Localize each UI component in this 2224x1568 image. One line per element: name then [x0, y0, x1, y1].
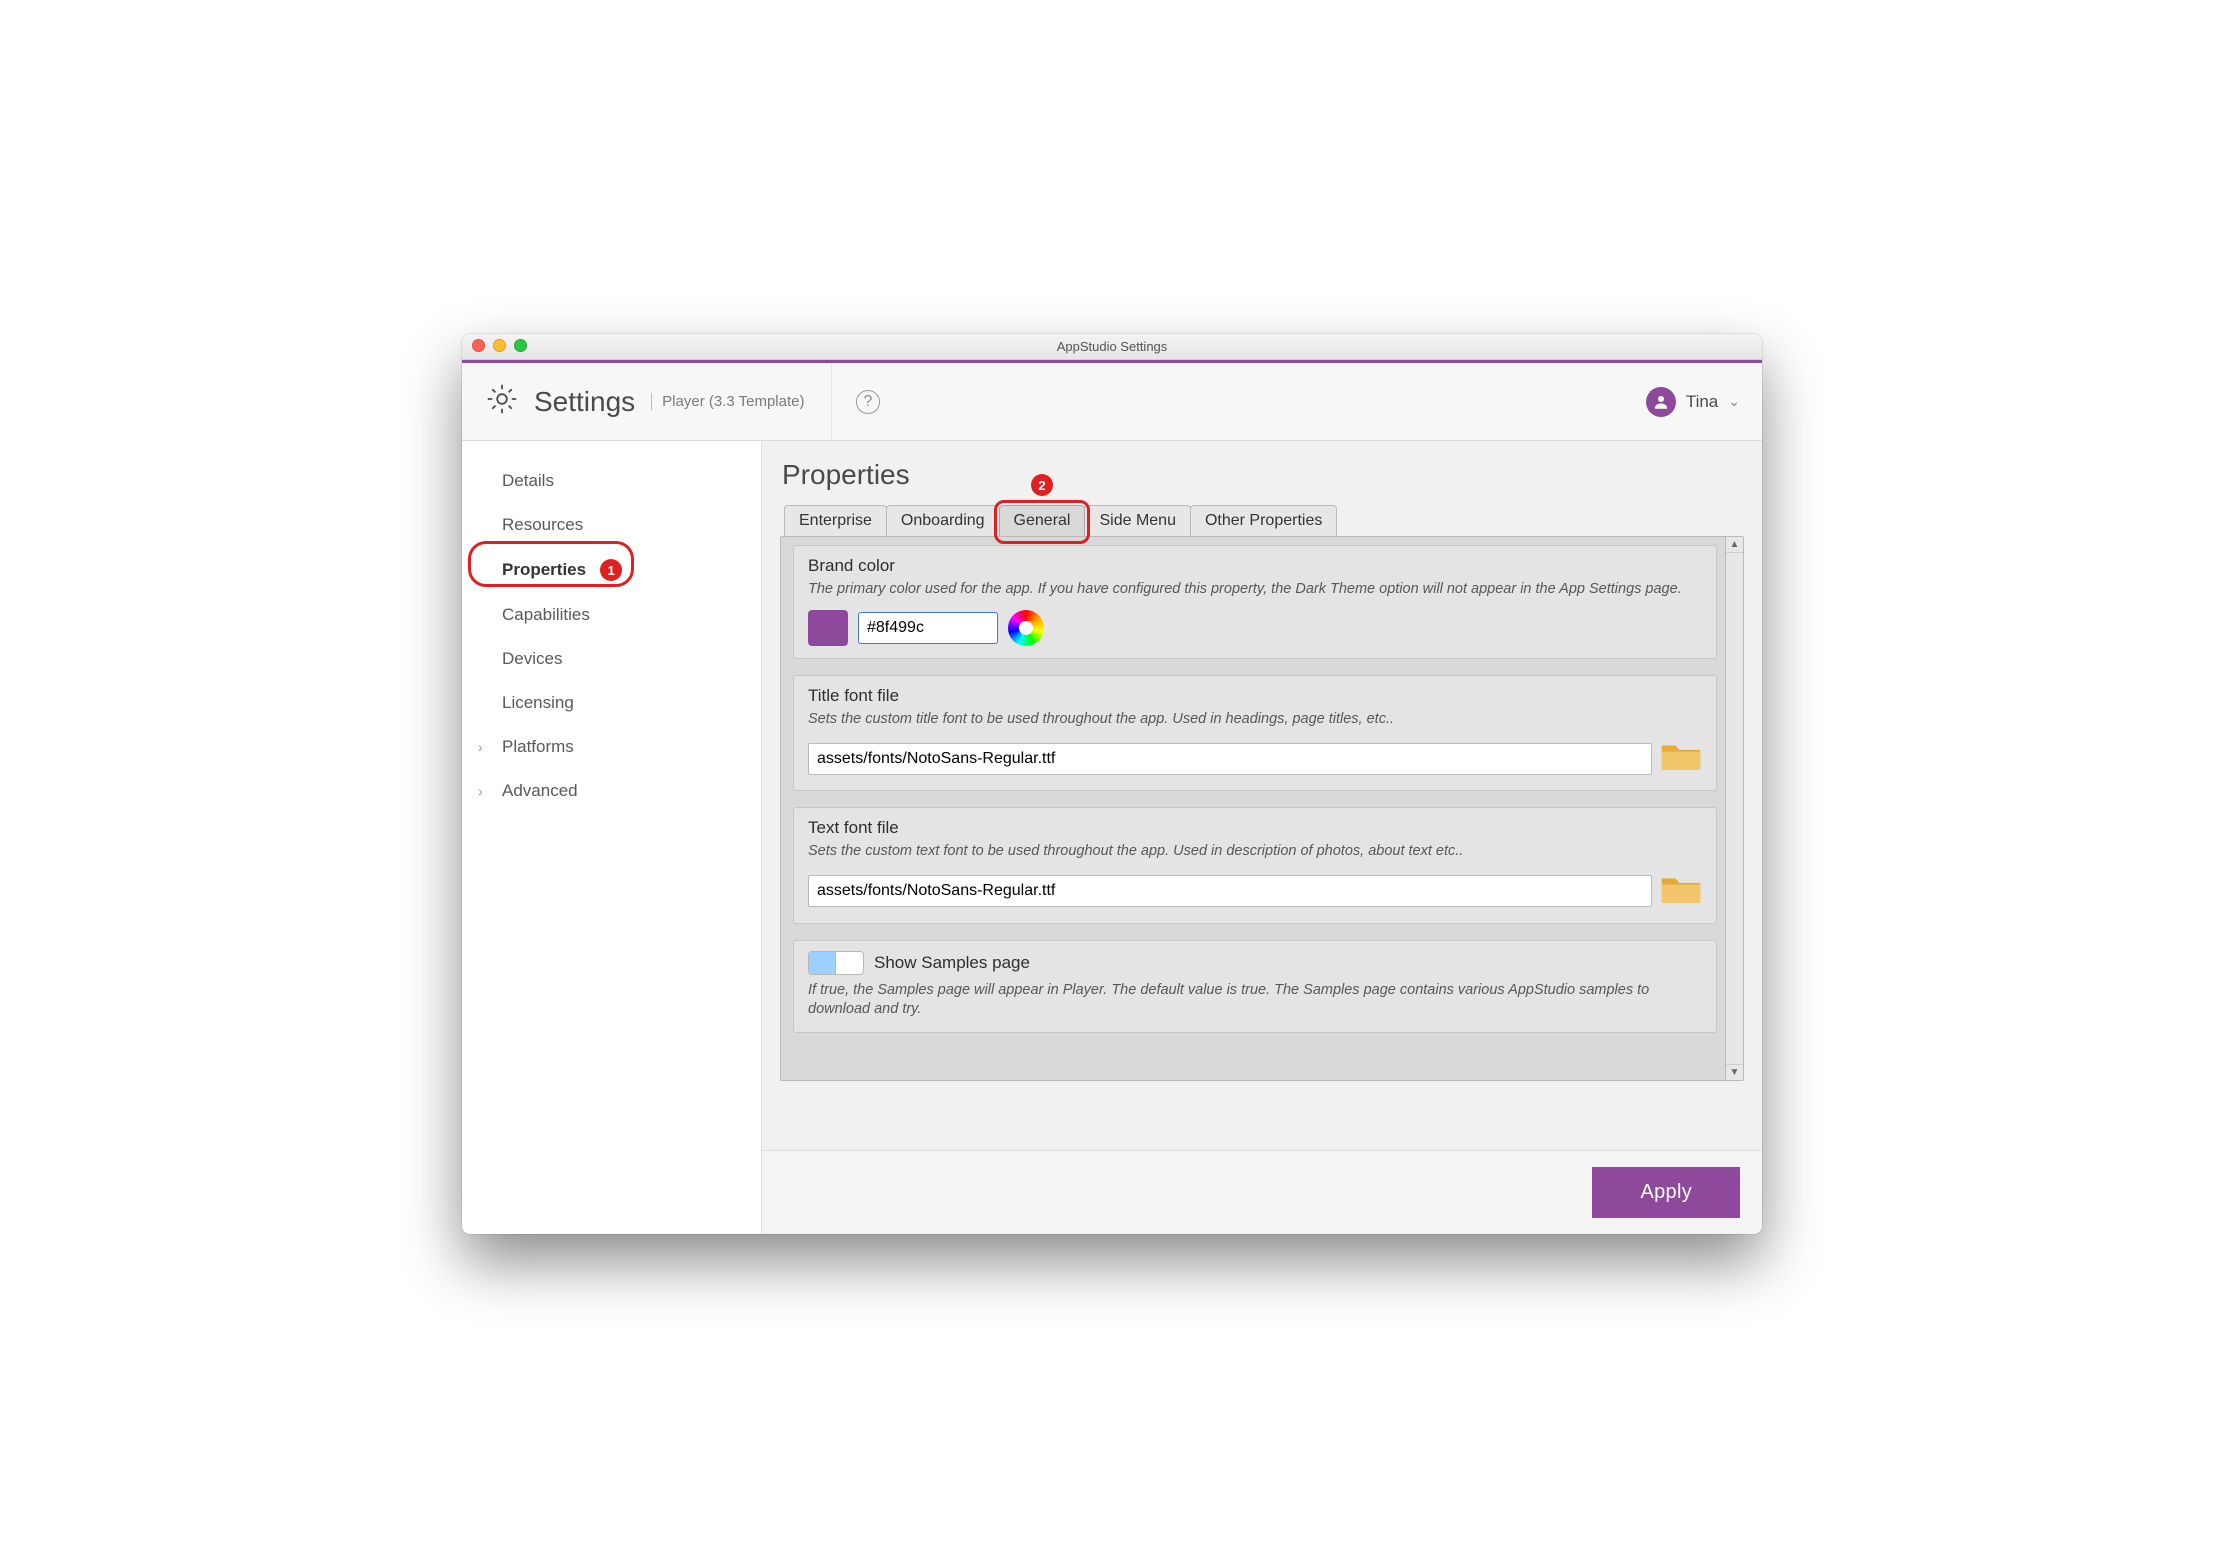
show-samples-toggle[interactable] — [808, 951, 864, 975]
group-desc: Sets the custom title font to be used th… — [808, 710, 1702, 730]
sidebar-item-label: Licensing — [502, 693, 574, 713]
sidebar-item-advanced[interactable]: › Advanced — [472, 769, 747, 813]
sidebar-item-label: Properties — [502, 560, 586, 580]
text-font-input[interactable] — [808, 875, 1652, 907]
group-desc: If true, the Samples page will appear in… — [808, 981, 1702, 1020]
apply-button[interactable]: Apply — [1592, 1167, 1740, 1218]
group-title: Text font file — [808, 818, 1702, 838]
color-swatch — [808, 610, 848, 646]
group-text-font: Text font file Sets the custom text font… — [793, 807, 1717, 924]
sidebar-item-licensing[interactable]: Licensing — [472, 681, 747, 725]
tab-side-menu[interactable]: Side Menu — [1084, 505, 1191, 536]
content-title: Properties — [780, 455, 1744, 505]
chevron-down-icon: ⌄ — [1728, 393, 1740, 410]
sidebar-item-resources[interactable]: Resources — [472, 503, 747, 547]
annotation-badge-2: 2 — [1031, 474, 1053, 496]
tab-bar: Enterprise Onboarding General 2 Side Men… — [780, 505, 1744, 536]
group-title-font: Title font file Sets the custom title fo… — [793, 675, 1717, 792]
close-icon[interactable] — [472, 339, 485, 352]
zoom-icon[interactable] — [514, 339, 527, 352]
sidebar-item-platforms[interactable]: › Platforms — [472, 725, 747, 769]
sidebar-item-label: Devices — [502, 649, 562, 669]
tab-other-properties[interactable]: Other Properties — [1190, 505, 1337, 536]
sidebar-item-label: Resources — [502, 515, 583, 535]
group-title: Title font file — [808, 686, 1702, 706]
chevron-right-icon: › — [478, 783, 483, 799]
chevron-right-icon: › — [478, 739, 483, 755]
scroll-down-icon[interactable]: ▼ — [1726, 1064, 1743, 1080]
tab-onboarding[interactable]: Onboarding — [886, 505, 1000, 536]
title-font-input[interactable] — [808, 743, 1652, 775]
scroll-up-icon[interactable]: ▲ — [1726, 537, 1743, 553]
group-desc: Sets the custom text font to be used thr… — [808, 842, 1702, 862]
folder-icon[interactable] — [1660, 872, 1702, 911]
group-desc: The primary color used for the app. If y… — [808, 580, 1702, 600]
titlebar: AppStudio Settings — [462, 334, 1762, 360]
sidebar-item-capabilities[interactable]: Capabilities — [472, 593, 747, 637]
sidebar: Details Resources Properties 1 Capabilit… — [462, 441, 762, 1234]
sidebar-item-label: Capabilities — [502, 605, 590, 625]
sidebar-item-label: Platforms — [502, 737, 574, 757]
avatar-icon — [1646, 387, 1676, 417]
tab-label: Onboarding — [901, 512, 985, 529]
page-subheading: Player (3.3 Template) — [651, 393, 804, 410]
minimize-icon[interactable] — [493, 339, 506, 352]
sidebar-item-label: Advanced — [502, 781, 578, 801]
sidebar-item-devices[interactable]: Devices — [472, 637, 747, 681]
color-wheel-icon[interactable] — [1008, 610, 1044, 646]
app-window: AppStudio Settings Settings Player (3.3 … — [462, 334, 1762, 1234]
group-show-samples: Show Samples page If true, the Samples p… — [793, 940, 1717, 1033]
scrollbar[interactable]: ▲ ▼ — [1725, 537, 1743, 1080]
user-name: Tina — [1686, 392, 1718, 412]
sidebar-item-label: Details — [502, 471, 554, 491]
sidebar-item-details[interactable]: Details — [472, 459, 747, 503]
group-title: Brand color — [808, 556, 1702, 576]
window-title: AppStudio Settings — [1057, 339, 1168, 354]
properties-panel: ▲ ▼ Brand color The primary color used f… — [780, 536, 1744, 1081]
tab-label: General — [1014, 512, 1071, 529]
help-icon[interactable]: ? — [856, 390, 880, 414]
header: Settings Player (3.3 Template) ? Tina ⌄ — [462, 363, 1762, 441]
group-brand-color: Brand color The primary color used for t… — [793, 545, 1717, 659]
tab-label: Enterprise — [799, 512, 872, 529]
folder-icon[interactable] — [1660, 739, 1702, 778]
footer: Apply — [762, 1150, 1762, 1234]
tab-general[interactable]: General 2 — [999, 505, 1086, 536]
tab-label: Other Properties — [1205, 512, 1322, 529]
gear-icon — [484, 381, 520, 422]
brand-color-input[interactable] — [858, 612, 998, 644]
tab-label: Side Menu — [1099, 512, 1176, 529]
page-heading: Settings — [534, 386, 635, 418]
annotation-badge-1: 1 — [600, 559, 622, 581]
sidebar-item-properties[interactable]: Properties 1 — [472, 547, 747, 593]
user-menu[interactable]: Tina ⌄ — [1646, 387, 1762, 417]
group-title: Show Samples page — [874, 953, 1030, 973]
tab-enterprise[interactable]: Enterprise — [784, 505, 887, 536]
